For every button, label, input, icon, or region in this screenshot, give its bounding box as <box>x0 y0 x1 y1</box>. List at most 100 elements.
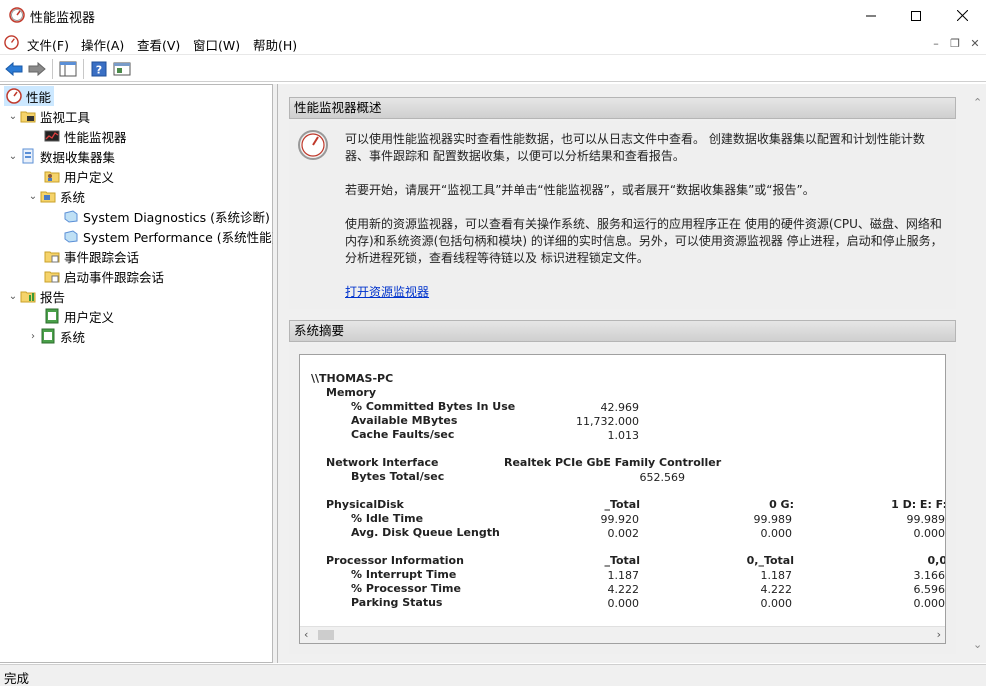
close-button[interactable] <box>939 0 985 31</box>
proc-col-0-total: 0,_Total <box>746 554 794 567</box>
mdi-restore-icon[interactable]: ❐ <box>946 36 964 50</box>
interrupt-time-0: 1.187 <box>760 569 793 582</box>
back-button[interactable] <box>4 59 24 79</box>
chevron-down-icon[interactable]: ⌄ <box>26 191 40 202</box>
menu-action[interactable]: 操作(A) <box>81 35 124 54</box>
overview-paragraph-3-line-3: 分析进程死锁，查看线程等待链以及 标识进程锁定文件。 <box>345 251 649 265</box>
tree-label: System Performance (系统性能) <box>83 229 277 245</box>
menu-file[interactable]: 文件(F) <box>27 35 69 54</box>
chevron-right-icon[interactable]: › <box>26 331 40 342</box>
tree-item-system[interactable]: ⌄ 系统 <box>26 186 85 206</box>
committed-bytes-label: % Committed Bytes In Use <box>351 400 516 413</box>
menu-help[interactable]: 帮助(H) <box>253 35 297 54</box>
overview-paragraph-1-line-1: 可以使用性能监视器实时查看性能数据，也可以从日志文件中查看。 创建数据收集器集以… <box>345 132 925 146</box>
help-button[interactable]: ? <box>89 59 109 79</box>
toolbar: ? <box>0 54 986 82</box>
maximize-button[interactable] <box>893 0 939 31</box>
available-mbytes-value: 11,732.000 <box>576 415 639 428</box>
memory-label: Memory <box>326 386 377 399</box>
parking-status-0: 0.000 <box>760 597 793 610</box>
properties-button[interactable] <box>112 59 132 79</box>
forward-button[interactable] <box>27 59 47 79</box>
parking-status-1: 0.000 <box>913 597 946 610</box>
perfmon-app-icon <box>9 7 25 23</box>
parking-status-label: Parking Status <box>351 596 443 609</box>
vertical-scrollbar[interactable]: ⌃ ⌄ <box>969 96 986 651</box>
chevron-down-icon[interactable]: ⌄ <box>6 151 20 162</box>
chart-monitor-icon <box>44 130 60 142</box>
title-bar: 性能监视器 <box>0 0 986 31</box>
properties-icon <box>113 62 131 76</box>
disk-col-1: 1 D: E: F: <box>891 498 946 511</box>
network-adapter-name: Realtek PCIe GbE Family Controller <box>504 456 722 469</box>
system-summary-report: \\THOMAS-PC Memory % Committed Bytes In … <box>299 354 946 644</box>
open-resource-monitor-link[interactable]: 打开资源监视器 <box>345 284 429 301</box>
tree-label: System Diagnostics (系统诊断) <box>83 209 270 225</box>
tree-label: 数据收集器集 <box>40 149 116 165</box>
tree-item-report-system[interactable]: › 系统 <box>26 326 85 346</box>
tree-label: 系统 <box>60 329 86 345</box>
tree-label: 启动事件跟踪会话 <box>64 269 165 285</box>
tree-item-report-user-defined[interactable]: 用户定义 <box>44 306 114 326</box>
report-icon <box>41 328 55 344</box>
menu-view[interactable]: 查看(V) <box>137 35 180 54</box>
tree-item-startup-trace[interactable]: 启动事件跟踪会话 <box>44 266 164 286</box>
collector-set-icon <box>64 210 78 223</box>
maximize-icon <box>911 10 921 21</box>
scroll-right-icon[interactable]: › <box>937 628 941 641</box>
overview-paragraph-3-line-2: 内存)和系统资源(包括句柄和模块) 的详细的实时信息。另外，可以使用资源监视器 … <box>345 234 943 248</box>
interrupt-time-total: 1.187 <box>607 569 640 582</box>
tree-item-performance[interactable]: 性能 <box>4 86 54 106</box>
show-console-tree-button[interactable] <box>58 59 78 79</box>
scroll-down-icon[interactable]: ⌄ <box>973 638 982 651</box>
idle-time-1: 99.989 <box>906 513 946 526</box>
back-arrow-icon <box>5 61 23 77</box>
scroll-up-icon[interactable]: ⌃ <box>973 96 982 109</box>
overview-header: 性能监视器概述 <box>289 97 956 119</box>
tree-item-user-defined[interactable]: 用户定义 <box>44 166 114 186</box>
tree-label: 系统 <box>60 189 86 205</box>
tree-label: 性能监视器 <box>64 129 127 145</box>
mdi-minimize-icon[interactable]: – <box>927 36 945 50</box>
tree-item-event-trace[interactable]: 事件跟踪会话 <box>44 246 139 266</box>
scroll-left-icon[interactable]: ‹ <box>304 628 308 641</box>
chevron-down-icon[interactable]: ⌄ <box>6 111 20 122</box>
disk-queue-1: 0.000 <box>913 527 946 540</box>
minimize-button[interactable] <box>848 0 894 31</box>
tree-item-system-diagnostics[interactable]: System Diagnostics (系统诊断) <box>63 206 270 226</box>
tree-item-perf-monitor[interactable]: 性能监视器 <box>44 126 127 146</box>
processor-info-label: Processor Information <box>326 554 464 567</box>
menu-window[interactable]: 窗口(W) <box>193 35 240 54</box>
tree-item-reports[interactable]: ⌄ 报告 <box>6 286 65 306</box>
tree-item-monitor-tools[interactable]: ⌄ 监视工具 <box>6 106 90 126</box>
tree-item-system-performance[interactable]: System Performance (系统性能) <box>63 226 277 246</box>
horizontal-scrollbar[interactable]: ‹ › <box>300 626 945 643</box>
cache-faults-value: 1.013 <box>607 429 640 442</box>
overview-paragraph-1-line-2: 器、事件跟踪和 配置数据收集，以便可以分析结果和查看报告。 <box>345 149 685 163</box>
overview-paragraph-3-line-1: 使用新的资源监视器，可以查看有关操作系统、服务和运行的应用程序正在 使用的硬件资… <box>345 217 942 231</box>
folder-system-icon <box>40 191 56 203</box>
perfmon-system-menu-icon[interactable] <box>4 35 19 50</box>
tree-label: 报告 <box>40 289 66 305</box>
bytes-total-value: 652.569 <box>639 471 686 484</box>
processor-time-total: 4.222 <box>607 583 640 596</box>
processor-time-0: 4.222 <box>760 583 793 596</box>
disk-queue-total: 0.002 <box>607 527 640 540</box>
help-icon: ? <box>91 61 107 77</box>
available-mbytes-label: Available MBytes <box>351 414 458 427</box>
disk-queue-label: Avg. Disk Queue Length <box>351 526 500 539</box>
tree-label: 监视工具 <box>40 109 91 125</box>
status-text: 完成 <box>4 671 30 686</box>
proc-col-total: _Total <box>604 554 640 567</box>
tree-label: 用户定义 <box>64 309 115 325</box>
interrupt-time-label: % Interrupt Time <box>351 568 457 581</box>
scroll-thumb[interactable] <box>318 630 334 640</box>
close-icon <box>956 10 968 21</box>
mdi-close-icon[interactable]: ✕ <box>966 36 984 50</box>
chevron-down-icon[interactable]: ⌄ <box>6 291 20 302</box>
tree-label: 用户定义 <box>64 169 115 185</box>
status-bar: 完成 <box>0 664 986 686</box>
reports-icon <box>20 291 36 303</box>
tree-label: 性能 <box>26 89 52 105</box>
tree-item-data-collector-sets[interactable]: ⌄ 数据收集器集 <box>6 146 115 166</box>
